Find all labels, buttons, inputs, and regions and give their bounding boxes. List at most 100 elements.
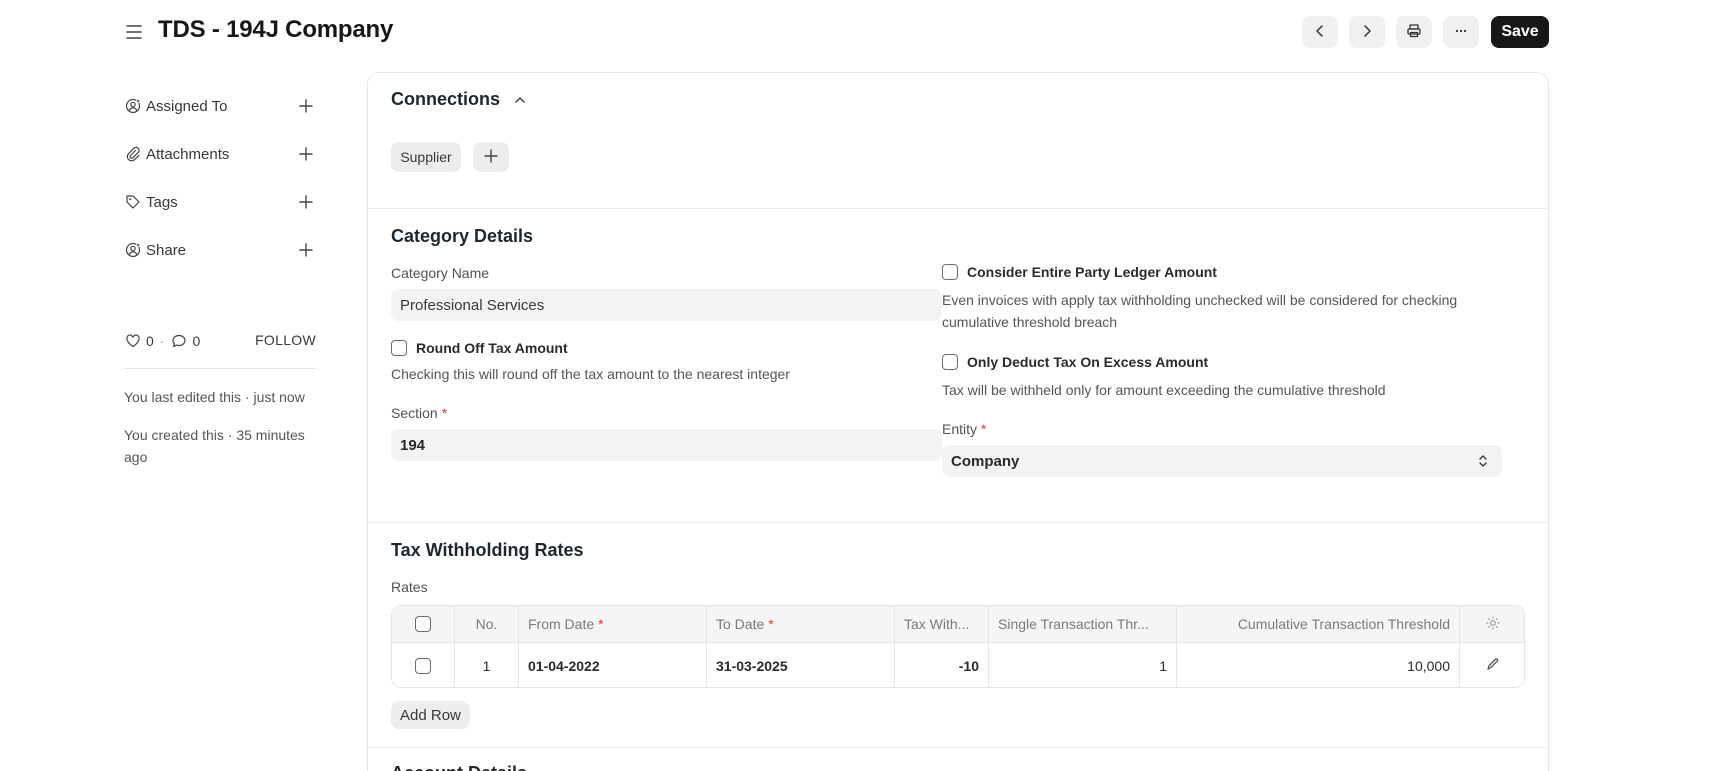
row-select-cell — [392, 643, 455, 687]
add-connection-button[interactable] — [473, 142, 509, 172]
connections-section: Connections Supplier — [368, 73, 1548, 209]
column-header-cumulative-threshold: Cumulative Transaction Threshold — [1177, 606, 1460, 642]
row-edit-cell[interactable] — [1460, 643, 1524, 687]
settings-gear-icon[interactable] — [1485, 615, 1501, 634]
required-asterisk: * — [441, 405, 448, 421]
row-no-cell: 1 — [455, 643, 519, 687]
section-input[interactable]: 194 — [391, 429, 942, 461]
section-title: Connections — [391, 89, 501, 109]
save-button[interactable]: Save — [1491, 16, 1549, 48]
tag-icon — [124, 193, 142, 211]
consider-ledger-checkbox[interactable] — [942, 264, 958, 280]
column-header-tax-withholding-rate: Tax With... — [895, 606, 989, 642]
share-user-icon — [124, 241, 142, 259]
sidebar-item-label: Share — [146, 241, 187, 259]
pencil-edit-icon[interactable] — [1486, 657, 1500, 674]
only-excess-checkbox-row[interactable]: Only Deduct Tax On Excess Amount — [942, 354, 1208, 370]
sidebar-item-assigned-to[interactable]: Assigned To — [124, 82, 316, 130]
table-row[interactable]: 1 01-04-2022 31-03-2025 -10 1 10,000 — [392, 643, 1524, 687]
entity-select[interactable]: Company — [942, 445, 1502, 477]
tax-withholding-rates-section: Tax Withholding Rates Rates No. From Dat… — [368, 523, 1548, 748]
page-header: TDS - 194J Company Save — [0, 0, 1716, 64]
form-sidebar: Assigned To Attachments Tags Share — [124, 82, 316, 274]
next-record-button[interactable] — [1349, 16, 1385, 48]
round-off-tax-checkbox-row[interactable]: Round Off Tax Amount — [391, 340, 568, 356]
chevron-up-icon[interactable] — [512, 92, 528, 108]
only-excess-help-text: Tax will be withheld only for amount exc… — [942, 382, 1386, 398]
paperclip-icon — [124, 145, 142, 163]
timeline-item: You last edited this · just now — [124, 389, 305, 405]
printer-icon — [1406, 23, 1422, 42]
row-checkbox[interactable] — [415, 657, 431, 674]
row-cumulative-threshold-cell[interactable]: 10,000 — [1177, 643, 1460, 687]
sidebar-item-tags[interactable]: Tags — [124, 178, 316, 226]
plus-icon — [484, 148, 498, 166]
sidebar-item-label: Attachments — [146, 145, 230, 163]
chevron-right-icon — [1360, 24, 1374, 41]
hamburger-menu-icon[interactable] — [124, 22, 146, 42]
required-asterisk: * — [598, 616, 604, 632]
table-header: No. From Date * To Date * Tax With... Sing… — [392, 606, 1524, 643]
entity-select-value: Company — [951, 452, 1020, 470]
heart-icon[interactable] — [124, 332, 142, 350]
row-tax-rate-cell[interactable]: -10 — [895, 643, 989, 687]
connections-header[interactable]: Connections — [391, 89, 528, 110]
column-header-to-date-text: To Date — [716, 616, 765, 632]
comment-count: 0 — [192, 333, 201, 349]
sidebar-item-label: Tags — [146, 193, 178, 211]
form-card: Connections Supplier Category Details Ca… — [367, 72, 1549, 771]
plus-icon[interactable] — [296, 240, 316, 260]
stat-separator: · — [159, 333, 165, 349]
print-button[interactable] — [1396, 16, 1432, 48]
column-header-single-threshold: Single Transaction Thr... — [989, 606, 1177, 642]
section-title: Account Details — [391, 763, 527, 771]
sidebar-divider — [124, 368, 316, 369]
section-title: Tax Withholding Rates — [391, 540, 584, 560]
round-off-tax-label: Round Off Tax Amount — [416, 340, 568, 356]
column-header-no: No. — [455, 606, 519, 642]
add-row-button[interactable]: Add Row — [391, 701, 470, 729]
rates-table: No. From Date * To Date * Tax With... Sing… — [391, 605, 1525, 688]
select-arrows-icon — [1478, 452, 1488, 470]
section-title: Category Details — [391, 226, 534, 246]
section-field-label: Section * — [391, 405, 447, 421]
row-single-threshold-cell[interactable]: 1 — [989, 643, 1177, 687]
consider-ledger-checkbox-row[interactable]: Consider Entire Party Ledger Amount — [942, 264, 1217, 280]
only-excess-checkbox[interactable] — [942, 354, 958, 370]
page-title: TDS - 194J Company — [158, 16, 394, 43]
column-settings-cell[interactable] — [1460, 606, 1524, 642]
chevron-left-icon — [1313, 24, 1327, 41]
select-all-checkbox[interactable] — [415, 616, 431, 632]
column-header-from-date: From Date * — [519, 606, 707, 642]
more-actions-button[interactable] — [1443, 16, 1479, 48]
like-count: 0 — [146, 333, 154, 349]
follow-button[interactable]: FOLLOW — [255, 332, 316, 348]
ellipsis-icon — [1453, 23, 1469, 42]
activity-timeline: You last edited this · just now You crea… — [124, 386, 316, 484]
consider-ledger-label: Consider Entire Party Ledger Amount — [967, 264, 1217, 280]
sidebar-item-attachments[interactable]: Attachments — [124, 130, 316, 178]
column-header-from-date-text: From Date — [528, 616, 595, 632]
plus-icon[interactable] — [296, 96, 316, 116]
section-label-text: Section — [391, 405, 438, 421]
account-details-section: Account Details — [368, 748, 1548, 771]
connection-supplier[interactable]: Supplier — [391, 142, 461, 172]
plus-icon[interactable] — [296, 144, 316, 164]
plus-icon[interactable] — [296, 192, 316, 212]
previous-record-button[interactable] — [1302, 16, 1338, 48]
entity-label-text: Entity — [942, 421, 978, 437]
sidebar-item-share[interactable]: Share — [124, 226, 316, 274]
round-off-tax-checkbox[interactable] — [391, 340, 407, 356]
header-select-all-cell — [392, 606, 455, 642]
comment-icon[interactable] — [170, 332, 188, 350]
row-to-date-cell[interactable]: 31-03-2025 — [707, 643, 895, 687]
row-from-date-cell[interactable]: 01-04-2022 — [519, 643, 707, 687]
rates-table-label: Rates — [391, 579, 428, 595]
consider-ledger-help-text: Even invoices with apply tax withholding… — [942, 292, 1458, 330]
category-name-input[interactable]: Professional Services — [391, 289, 942, 321]
entity-field-label: Entity * — [942, 421, 986, 437]
sidebar-item-label: Assigned To — [146, 97, 228, 115]
only-excess-label: Only Deduct Tax On Excess Amount — [967, 354, 1209, 370]
column-header-to-date: To Date * — [707, 606, 895, 642]
category-name-label: Category Name — [391, 265, 490, 281]
